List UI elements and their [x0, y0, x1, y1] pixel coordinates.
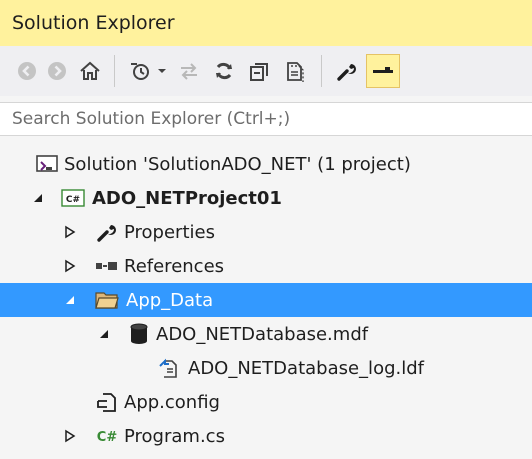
panel-title: Solution Explorer [12, 12, 175, 34]
chevron-down-icon [158, 69, 166, 73]
back-arrow-icon [18, 62, 36, 80]
database-icon [126, 321, 152, 347]
tree-item-label: References [124, 255, 225, 277]
tree-item-program-cs[interactable]: C# Program.cs [0, 419, 532, 453]
expanded-arrow-icon[interactable] [64, 293, 76, 307]
show-all-files-button[interactable] [281, 56, 311, 86]
collapsed-arrow-icon[interactable] [64, 259, 76, 273]
tree-item-database-log-ldf[interactable]: ADO_NETDatabase_log.ldf [0, 351, 532, 385]
show-all-files-icon [287, 62, 304, 82]
collapsed-arrow-icon[interactable] [64, 429, 76, 443]
back-button[interactable] [14, 56, 40, 86]
search-box[interactable] [0, 102, 532, 136]
history-clock-icon [131, 63, 149, 80]
tree-item-label: Program.cs [124, 425, 225, 447]
tree-item-label: App.config [124, 391, 220, 413]
config-file-icon [94, 389, 120, 415]
forward-arrow-icon [48, 62, 66, 80]
tree-item-properties[interactable]: Properties [0, 215, 532, 249]
search-input[interactable] [10, 108, 514, 130]
folder-icon [94, 287, 120, 313]
expanded-arrow-icon[interactable] [32, 191, 44, 205]
csharp-project-icon: C# [60, 185, 86, 211]
tree-item-label: ADO_NETDatabase_log.ldf [188, 357, 424, 379]
solution-icon [34, 151, 60, 177]
tree-item-database-mdf[interactable]: ADO_NETDatabase.mdf [0, 317, 532, 351]
tree-item-solution[interactable]: Solution 'SolutionADO_NET' (1 project) [0, 147, 532, 181]
tree-item-label: ADO_NETProject01 [92, 187, 282, 209]
filter-dropdown-arrow[interactable] [155, 56, 169, 86]
references-icon [94, 253, 120, 279]
toolbar [0, 46, 532, 96]
collapsed-arrow-icon[interactable] [64, 225, 76, 239]
svg-text:C#: C# [66, 195, 80, 205]
tree-item-project[interactable]: C# ADO_NETProject01 [0, 181, 532, 215]
sync-arrows-icon [181, 63, 197, 80]
tree-item-app-data[interactable]: App_Data [0, 283, 532, 317]
tree-item-label: ADO_NETDatabase.mdf [156, 323, 369, 345]
refresh-button[interactable] [209, 56, 239, 86]
preview-icon [373, 67, 393, 73]
tree-item-references[interactable]: References [0, 249, 532, 283]
collapse-all-icon [250, 63, 268, 81]
wrench-icon [94, 219, 120, 245]
pending-changes-filter-button[interactable] [125, 56, 155, 86]
home-button[interactable] [76, 56, 104, 86]
preview-selected-button[interactable] [366, 54, 400, 88]
svg-text:C#: C# [97, 430, 118, 445]
expanded-arrow-icon[interactable] [98, 327, 110, 341]
log-file-icon [156, 355, 182, 381]
home-icon [80, 61, 100, 80]
toolbar-separator [114, 55, 115, 87]
tree-item-label: Solution 'SolutionADO_NET' (1 project) [64, 153, 411, 175]
forward-button[interactable] [44, 56, 70, 86]
toolbar-separator [321, 55, 322, 87]
tree-item-label: App_Data [126, 289, 214, 311]
properties-button[interactable] [332, 56, 362, 86]
panel-title-bar: Solution Explorer [0, 0, 532, 46]
tree-item-app-config[interactable]: App.config [0, 385, 532, 419]
collapse-all-button[interactable] [245, 56, 275, 86]
wrench-icon [337, 64, 356, 81]
tree-item-label: Properties [124, 221, 215, 243]
sync-button[interactable] [175, 56, 203, 86]
refresh-icon [216, 62, 232, 80]
csharp-file-icon: C# [94, 423, 120, 449]
